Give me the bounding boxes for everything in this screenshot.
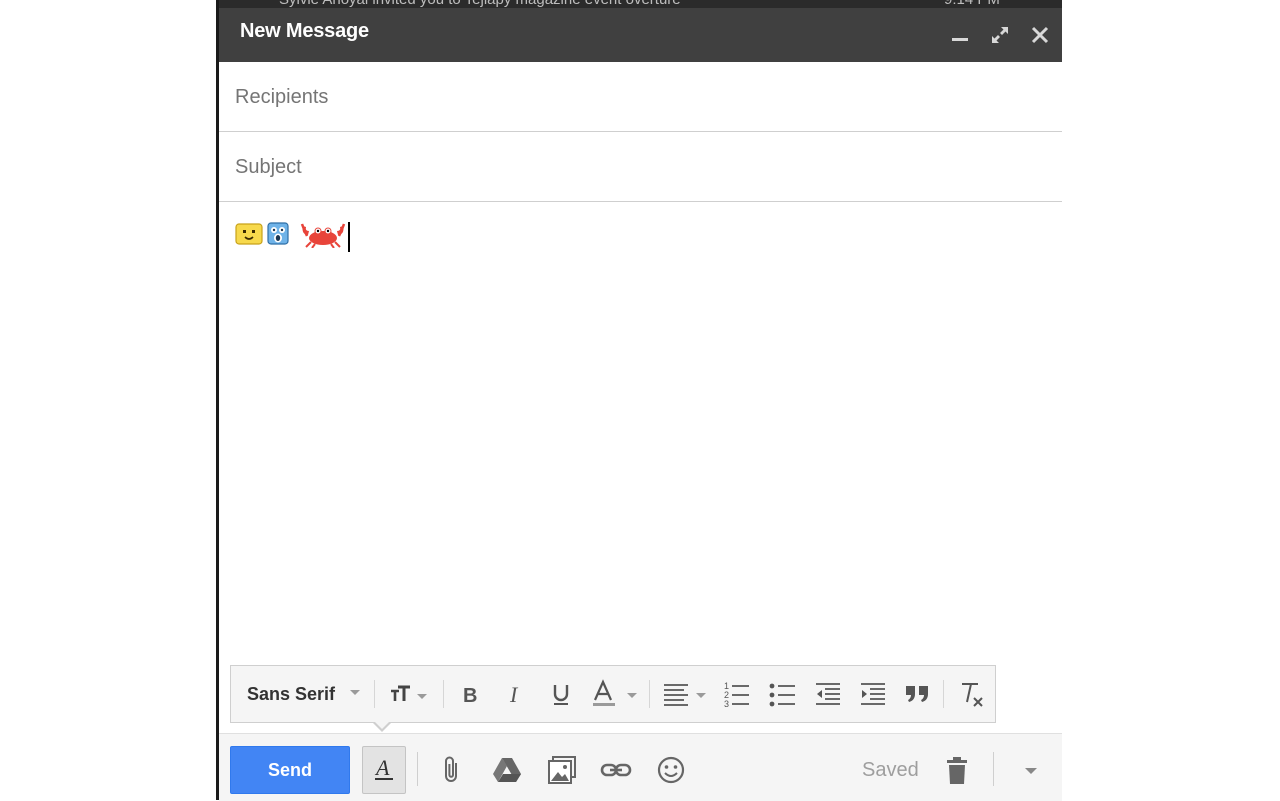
compose-action-bar: Send A Saved	[219, 733, 1062, 801]
svg-text:B: B	[463, 685, 477, 707]
more-options-icon[interactable]	[1016, 755, 1046, 785]
italic-icon[interactable]: I	[504, 678, 528, 710]
formatting-toolbar: Sans Serif B I 1 2 3	[230, 665, 996, 723]
align-icon[interactable]	[662, 678, 712, 710]
toolbar-separator	[649, 680, 650, 708]
text-cursor	[348, 222, 350, 252]
text-color-icon[interactable]	[591, 678, 641, 710]
indent-less-icon[interactable]	[814, 678, 842, 710]
crab-emoji-icon	[299, 222, 347, 253]
underline-icon[interactable]	[549, 678, 573, 710]
formatting-options-button[interactable]: A	[362, 746, 406, 794]
numbered-list-icon[interactable]: 1 2 3	[723, 678, 751, 710]
svg-text:3: 3	[724, 699, 729, 709]
remove-formatting-icon[interactable]	[958, 678, 986, 710]
attach-file-icon[interactable]	[437, 755, 467, 785]
bulleted-list-icon[interactable]	[769, 678, 797, 710]
background-notification-text: Sylvie Ahoyal invited you to Tejlapy mag…	[279, 0, 681, 8]
recipients-row: Recipients	[219, 62, 1062, 132]
close-icon[interactable]	[1028, 23, 1052, 47]
expand-icon[interactable]	[988, 23, 1012, 47]
compose-title: New Message	[240, 20, 369, 42]
insert-link-icon[interactable]	[600, 755, 632, 785]
svg-text:A: A	[374, 755, 390, 780]
action-bar-separator	[417, 752, 418, 786]
toolbar-separator	[374, 680, 375, 708]
compose-window: New Message Recipients Subject Sans Seri…	[219, 8, 1062, 801]
font-name-dropdown[interactable]: Sans Serif	[247, 684, 335, 705]
send-button[interactable]: Send	[230, 746, 350, 794]
recipients-input[interactable]	[219, 62, 1062, 131]
background-time-text: 9:14 PM	[944, 0, 1000, 8]
discard-draft-icon[interactable]	[942, 755, 972, 785]
bold-icon[interactable]: B	[459, 678, 483, 710]
minimize-icon[interactable]	[948, 23, 972, 47]
ghost-face-emoji-icon	[266, 222, 290, 251]
toolbar-separator	[443, 680, 444, 708]
font-name-dropdown-arrow-icon[interactable]	[349, 689, 361, 721]
quote-icon[interactable]	[904, 678, 932, 710]
message-body[interactable]	[219, 202, 1062, 652]
text-size-icon[interactable]	[389, 678, 429, 710]
toolbar-separator	[943, 680, 944, 708]
google-drive-icon[interactable]	[492, 755, 522, 785]
formatting-options-icon: A	[372, 753, 396, 788]
action-bar-separator	[993, 752, 994, 786]
compose-title-bar[interactable]: New Message	[219, 8, 1062, 62]
background-inbox-strip: Sylvie Ahoyal invited you to Tejlapy mag…	[219, 0, 1062, 8]
toolbar-pointer-fill	[374, 721, 390, 729]
svg-text:I: I	[509, 682, 519, 707]
insert-photo-icon[interactable]	[547, 755, 577, 785]
subject-row: Subject	[219, 132, 1062, 202]
insert-emoji-icon[interactable]	[656, 755, 686, 785]
draft-saved-status: Saved	[862, 759, 919, 781]
indent-more-icon[interactable]	[859, 678, 887, 710]
smiley-face-emoji-icon	[235, 222, 263, 251]
subject-input[interactable]	[219, 132, 1062, 201]
